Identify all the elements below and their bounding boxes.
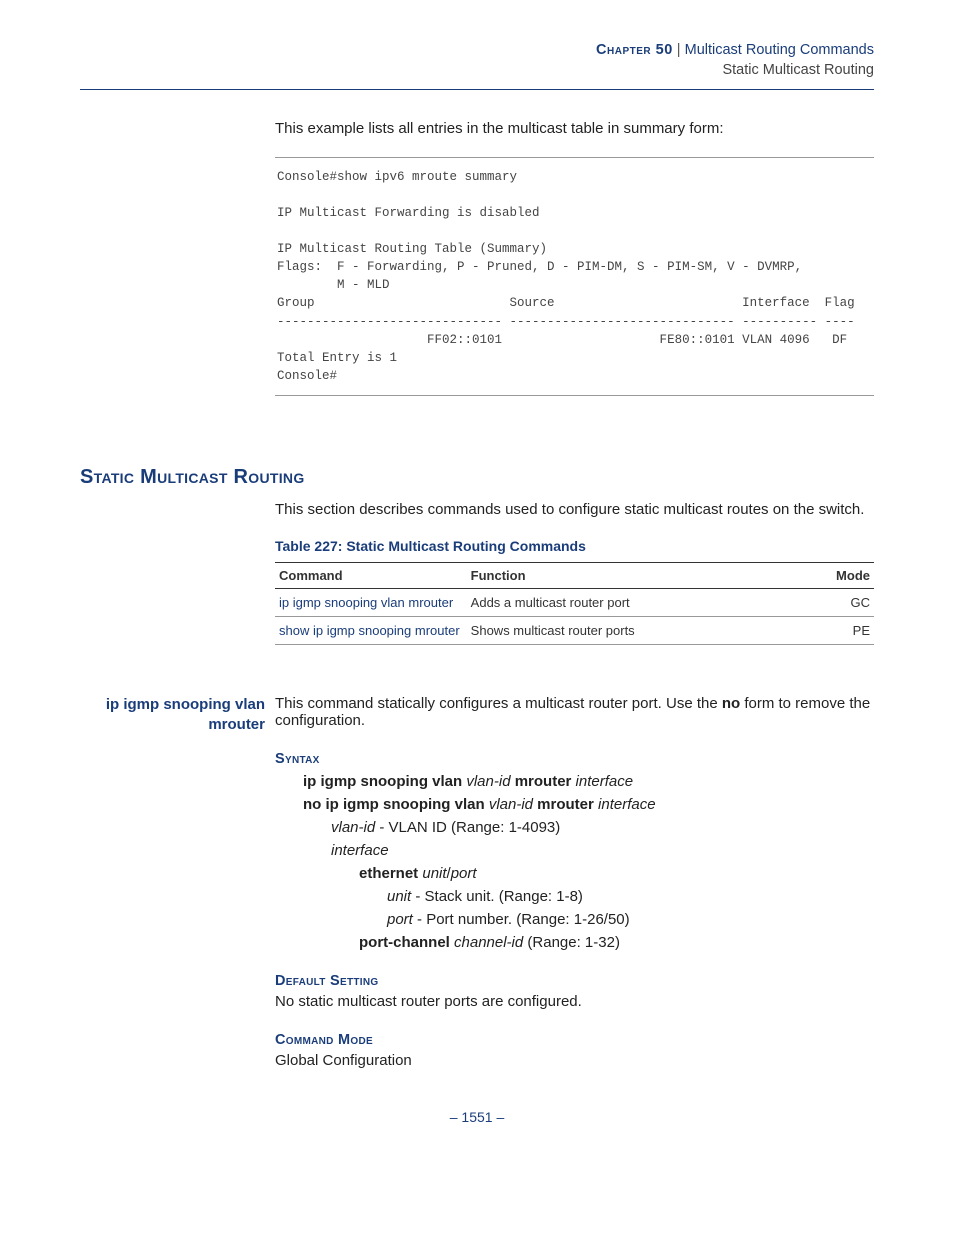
syntax-param: ethernet unit/port [359,865,874,882]
console-output: Console#show ipv6 mroute summary IP Mult… [275,157,874,397]
header-subtitle: Static Multicast Routing [80,60,874,80]
default-heading: Default Setting [275,973,874,989]
table-row: show ip igmp snooping mrouter Shows mult… [275,617,874,645]
syntax-param: vlan-id - VLAN ID (Range: 1-4093) [331,819,874,836]
syntax-line: ip igmp snooping vlan vlan-id mrouter in… [303,773,874,790]
command-desc-pre: This command statically configures a mul… [275,695,722,712]
th-mode: Mode [802,563,874,589]
syntax-param: port - Port number. (Range: 1-26/50) [387,911,874,928]
header-rule [80,89,874,90]
page-header: Chapter 50 | Multicast Routing Commands … [80,40,874,81]
syntax-param: interface [331,842,874,859]
section-description: This section describes commands used to … [275,501,874,518]
command-link[interactable]: show ip igmp snooping mrouter [279,623,460,638]
command-desc-bold: no [722,695,740,712]
command-link[interactable]: ip igmp snooping vlan mrouter [279,595,453,610]
syntax-heading: Syntax [275,751,874,767]
th-command: Command [275,563,467,589]
function-cell: Shows multicast router ports [467,617,802,645]
function-cell: Adds a multicast router port [467,589,802,617]
mode-cell: PE [802,617,874,645]
section-heading: Static Multicast Routing [80,466,874,489]
command-name-side: ip igmp snooping vlan mrouter [80,695,275,736]
header-title: Multicast Routing Commands [685,42,874,58]
table-caption: Table 227: Static Multicast Routing Comm… [275,538,874,554]
header-separator: | [673,42,685,58]
page-number: – 1551 – [80,1109,874,1125]
table-row: ip igmp snooping vlan mrouter Adds a mul… [275,589,874,617]
example-intro: This example lists all entries in the mu… [275,120,874,137]
default-text: No static multicast router ports are con… [275,993,874,1010]
mode-text: Global Configuration [275,1052,874,1069]
syntax-param: port-channel channel-id (Range: 1-32) [359,934,874,951]
syntax-param: unit - Stack unit. (Range: 1-8) [387,888,874,905]
th-function: Function [467,563,802,589]
mode-cell: GC [802,589,874,617]
mode-heading: Command Mode [275,1032,874,1048]
commands-table: Command Function Mode ip igmp snooping v… [275,562,874,645]
syntax-line: no ip igmp snooping vlan vlan-id mrouter… [303,796,874,813]
chapter-label: Chapter 50 [596,42,673,58]
